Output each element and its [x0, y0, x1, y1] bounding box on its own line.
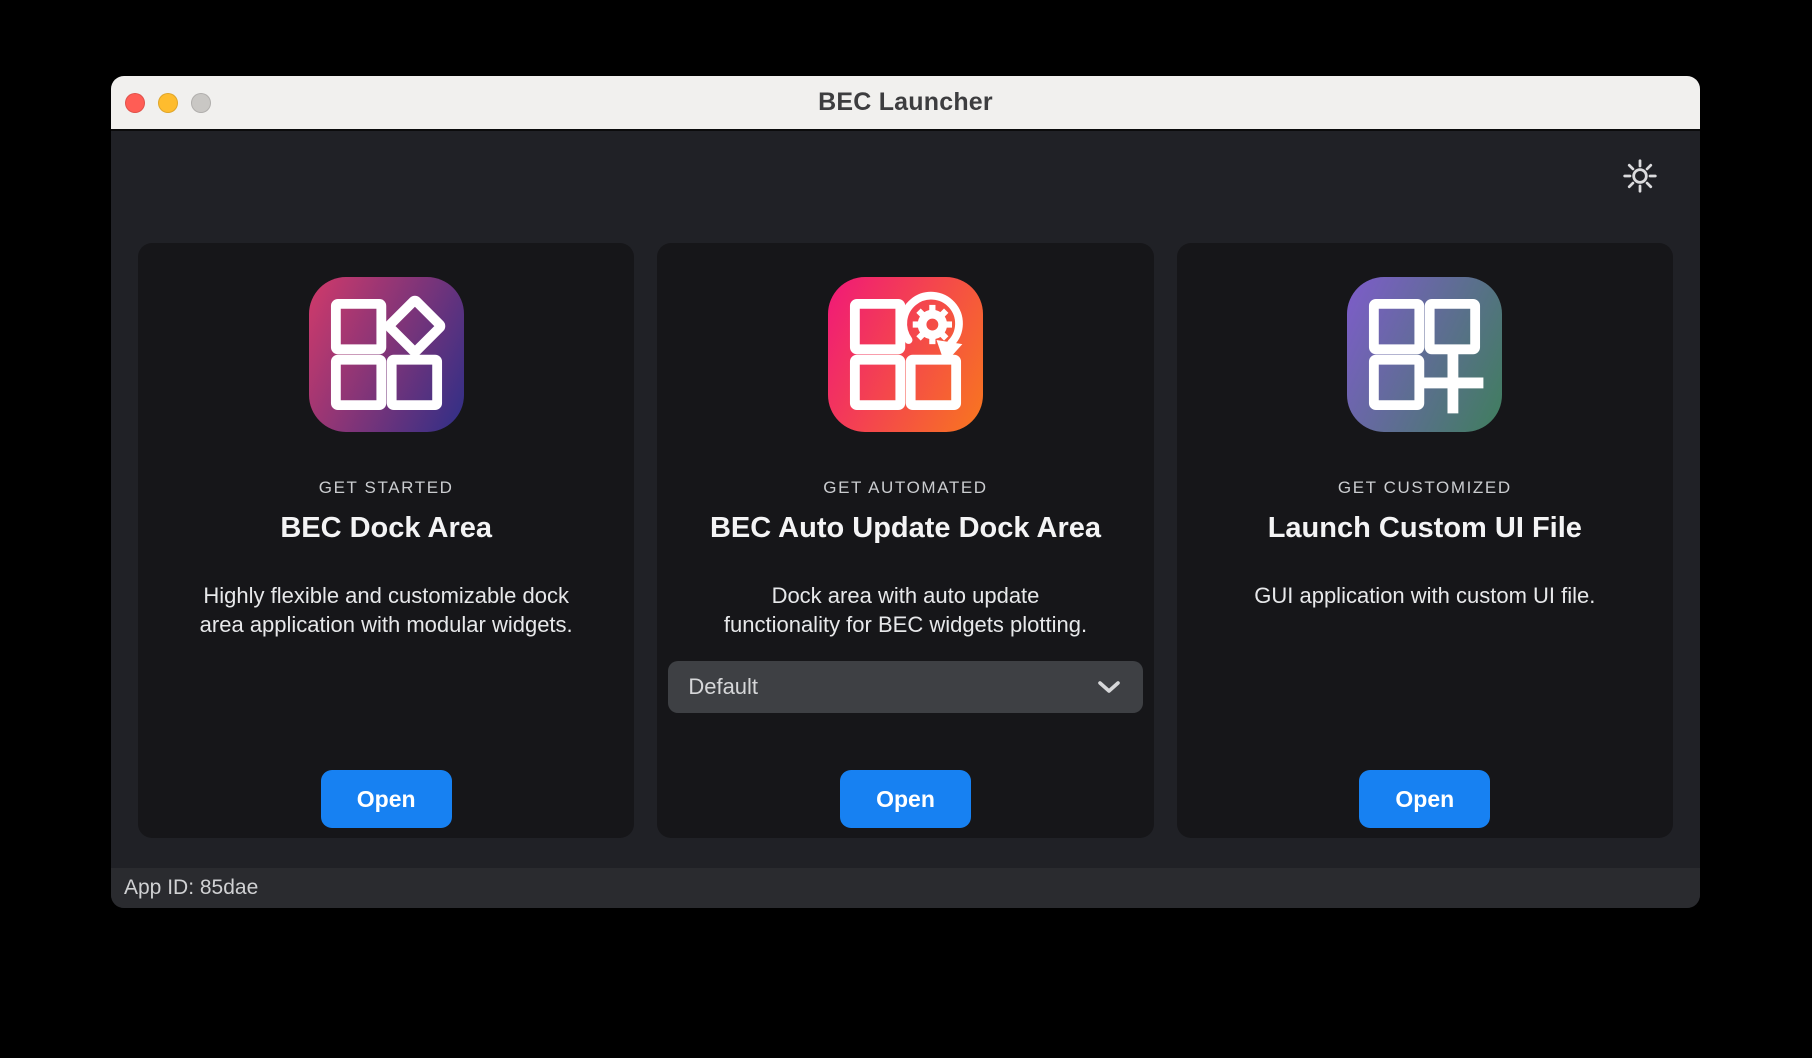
status-bar: App ID: 85dae [111, 868, 1700, 908]
modular-grid-icon [309, 277, 464, 432]
auto-update-grid-icon [828, 277, 983, 432]
chevron-down-icon [1095, 678, 1123, 696]
desktop-background: BEC Launcher [0, 0, 1812, 1058]
card-eyebrow: GET AUTOMATED [823, 478, 987, 498]
card-get-customized: GET CUSTOMIZED Launch Custom UI File GUI… [1177, 243, 1673, 838]
dock-config-select[interactable]: Default [668, 661, 1142, 713]
card-title: BEC Auto Update Dock Area [710, 512, 1101, 545]
launcher-cards-row: GET STARTED BEC Dock Area Highly flexibl… [138, 243, 1673, 838]
theme-toggle-button[interactable] [1618, 155, 1662, 199]
bec-launcher-window: BEC Launcher [111, 76, 1700, 908]
sun-icon [1621, 157, 1659, 198]
zoom-window-button-disabled [191, 93, 211, 113]
window-titlebar[interactable]: BEC Launcher [111, 76, 1700, 131]
traffic-lights [125, 76, 211, 129]
dock-config-selected-value: Default [688, 674, 758, 700]
card-get-automated: GET AUTOMATED BEC Auto Update Dock Area … [657, 243, 1153, 838]
open-dock-area-button[interactable]: Open [321, 770, 452, 828]
close-window-button[interactable] [125, 93, 145, 113]
minimize-window-button[interactable] [158, 93, 178, 113]
open-auto-update-button[interactable]: Open [840, 770, 971, 828]
card-title: BEC Dock Area [280, 512, 492, 545]
card-description: GUI application with custom UI file. [1254, 581, 1595, 610]
app-id-text: App ID: 85dae [124, 876, 258, 900]
card-description: Dock area with auto update functionality… [724, 581, 1087, 639]
card-description: Highly flexible and customizable dock ar… [200, 581, 573, 639]
window-title: BEC Launcher [818, 88, 993, 117]
card-get-started: GET STARTED BEC Dock Area Highly flexibl… [138, 243, 634, 838]
custom-ui-plus-icon [1347, 277, 1502, 432]
card-eyebrow: GET STARTED [319, 478, 454, 498]
launcher-body: GET STARTED BEC Dock Area Highly flexibl… [111, 131, 1700, 908]
open-custom-ui-button[interactable]: Open [1359, 770, 1490, 828]
card-title: Launch Custom UI File [1268, 512, 1582, 545]
card-eyebrow: GET CUSTOMIZED [1338, 478, 1512, 498]
